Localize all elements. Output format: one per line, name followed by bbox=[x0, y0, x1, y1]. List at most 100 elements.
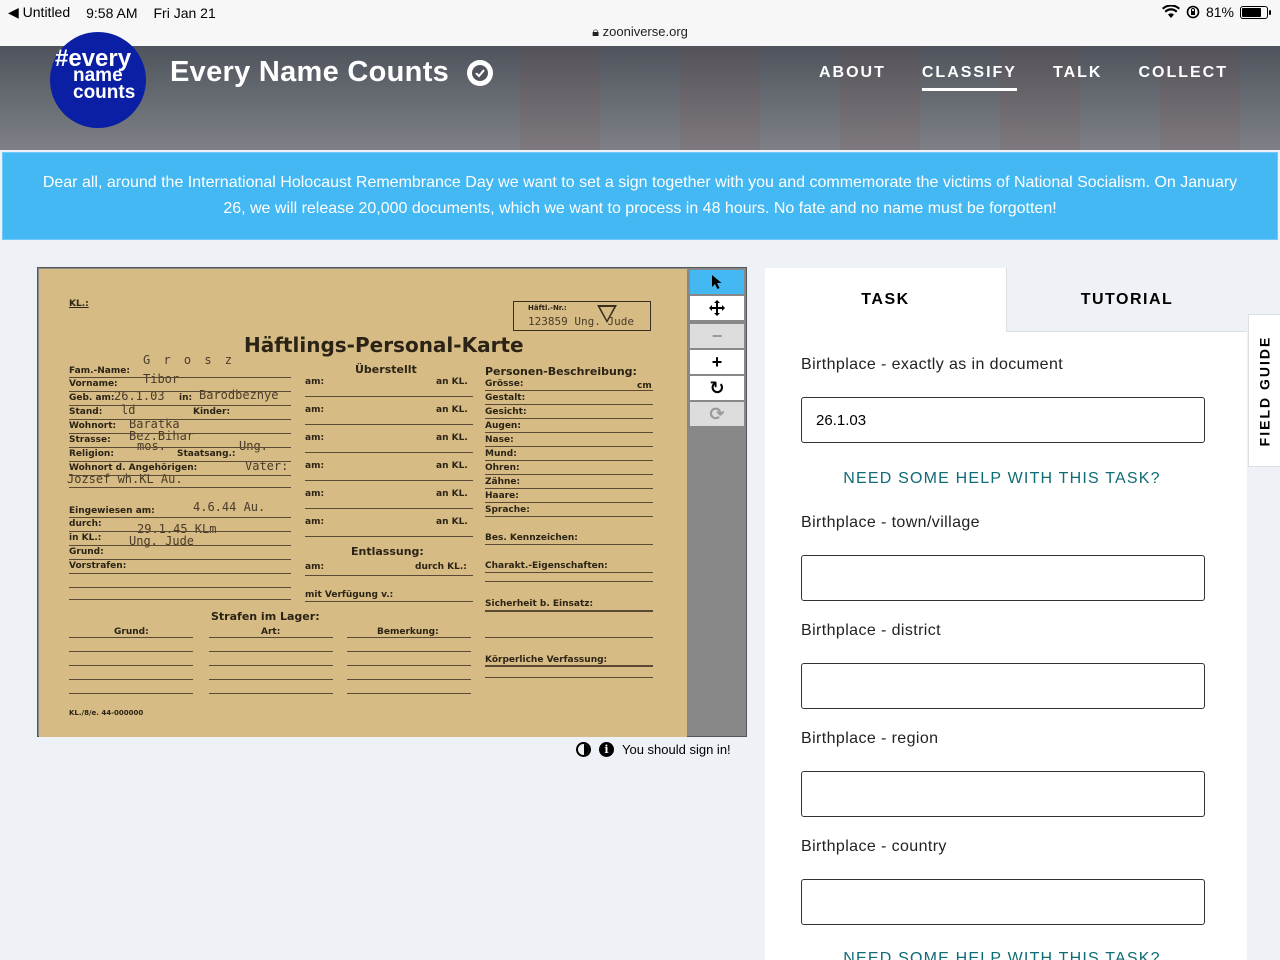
label-beschreibung-item: Charakt.-Eigenschaften: bbox=[485, 561, 608, 571]
ruled-line bbox=[209, 679, 333, 680]
birthplace-district-input[interactable] bbox=[801, 663, 1205, 709]
ruled-line bbox=[69, 419, 291, 420]
ruled-line bbox=[305, 480, 473, 481]
label-religion: Religion: bbox=[69, 449, 114, 459]
move-tool-button[interactable] bbox=[690, 296, 744, 320]
ruled-line bbox=[485, 446, 653, 447]
wifi-icon bbox=[1161, 5, 1180, 18]
birthplace-country-input[interactable] bbox=[801, 879, 1205, 925]
ruled-line bbox=[485, 637, 653, 638]
nav-classify[interactable]: CLASSIFY bbox=[921, 64, 1017, 91]
ruled-line bbox=[347, 693, 471, 694]
ruled-line bbox=[69, 377, 291, 378]
field-guide-tab[interactable]: FIELD GUIDE bbox=[1248, 314, 1280, 467]
label-cm: cm bbox=[637, 381, 652, 391]
invert-icon[interactable] bbox=[576, 742, 591, 757]
birthplace-exact-input[interactable] bbox=[801, 397, 1205, 443]
subject-image[interactable]: KL.: Häftl.-Nr.: 123859 Ung. Jude Häftli… bbox=[39, 269, 687, 737]
ruled-line bbox=[485, 404, 653, 405]
battery-icon bbox=[1240, 5, 1271, 19]
card-number-value: 123859 Ung. Jude bbox=[528, 315, 634, 328]
ruled-line bbox=[305, 452, 473, 453]
label-beschreibung-item: Augen: bbox=[485, 421, 521, 431]
reset-view-button[interactable]: ⟳ bbox=[690, 402, 744, 426]
announcement-banner: Dear all, around the International Holoc… bbox=[2, 152, 1278, 240]
project-avatar[interactable]: #every name counts bbox=[50, 32, 146, 128]
label-ueberstellt-am: am: bbox=[305, 377, 325, 387]
project-title[interactable]: Every Name Counts bbox=[170, 56, 449, 89]
field-label-region: Birthplace - region bbox=[801, 730, 939, 747]
zoom-in-icon: + bbox=[711, 351, 723, 372]
nav-about[interactable]: ABOUT bbox=[819, 64, 886, 91]
ruled-line bbox=[69, 599, 291, 600]
status-time: 9:58 AM bbox=[86, 4, 138, 21]
label-mit-verfuegung: mit Verfügung v.: bbox=[305, 590, 394, 600]
label-an-kl: an KL. bbox=[436, 489, 468, 499]
ios-status-bar: ◀ Untitled 9:58 AM Fri Jan 21 🔒︎ zoonive… bbox=[0, 0, 1280, 46]
ruled-line bbox=[485, 488, 653, 489]
ruled-line bbox=[69, 665, 193, 666]
info-icon[interactable]: i bbox=[599, 742, 614, 757]
ruled-line bbox=[485, 666, 653, 667]
rotate-button[interactable]: ↻ bbox=[690, 376, 744, 400]
label-geb-am: Geb. am: bbox=[69, 393, 115, 403]
birthplace-town-input[interactable] bbox=[801, 555, 1205, 601]
label-kinder: Kinder: bbox=[193, 407, 231, 417]
nav-talk[interactable]: TALK bbox=[1053, 64, 1102, 91]
label-bottom-art: Art: bbox=[261, 627, 281, 637]
zoom-in-button[interactable]: + bbox=[690, 350, 744, 374]
address-bar[interactable]: 🔒︎ zooniverse.org bbox=[0, 24, 1280, 40]
birthplace-region-input[interactable] bbox=[801, 771, 1205, 817]
ruled-line bbox=[69, 475, 291, 476]
section-beschreibung: Personen-Beschreibung: bbox=[485, 365, 637, 378]
label-durch: durch: bbox=[69, 519, 102, 529]
field-guide-label: FIELD GUIDE bbox=[1256, 335, 1273, 446]
card-number-box: Häftl.-Nr.: 123859 Ung. Jude bbox=[513, 301, 651, 331]
pointer-icon bbox=[712, 275, 722, 289]
help-link[interactable]: NEED SOME HELP WITH THIS TASK? bbox=[765, 470, 1239, 488]
status-date: Fri Jan 21 bbox=[153, 4, 216, 21]
subject-viewer[interactable]: KL.: Häftl.-Nr.: 123859 Ung. Jude Häftli… bbox=[37, 267, 747, 737]
hw-staatsang: Ung. bbox=[239, 439, 268, 453]
ruled-line bbox=[69, 679, 193, 680]
label-strasse: Strasse: bbox=[69, 435, 111, 445]
ruled-line bbox=[485, 390, 653, 391]
header-background bbox=[520, 46, 1280, 150]
label-beschreibung-item: Grösse: bbox=[485, 379, 524, 389]
label-beschreibung-item: Haare: bbox=[485, 491, 519, 501]
label-stand: Stand: bbox=[69, 407, 103, 417]
label-ueberstellt-am: am: bbox=[305, 433, 325, 443]
project-header: Every Name Counts ABOUT CLASSIFY TALK CO… bbox=[0, 46, 1280, 150]
tab-task[interactable]: TASK bbox=[765, 268, 1006, 332]
label-vorname: Vorname: bbox=[69, 379, 118, 389]
ruled-line bbox=[305, 601, 473, 602]
sign-in-notice[interactable]: You should sign in! bbox=[622, 742, 731, 757]
section-entlassung: Entlassung: bbox=[351, 545, 424, 558]
reset-icon: ⟳ bbox=[709, 403, 725, 424]
ruled-line bbox=[69, 559, 291, 560]
hw-fam-name: G r o s z bbox=[143, 353, 236, 367]
ruled-line bbox=[209, 665, 333, 666]
label-beschreibung-item: Ohren: bbox=[485, 463, 520, 473]
label-beschreibung-item: Körperliche Verfassung: bbox=[485, 655, 608, 665]
viewer-toolbar: − + ↻ ⟳ bbox=[688, 269, 746, 428]
help-link-2[interactable]: NEED SOME HELP WITH THIS TASK? bbox=[765, 950, 1239, 960]
ruled-line bbox=[305, 396, 473, 397]
ruled-line bbox=[485, 460, 653, 461]
ruled-line bbox=[69, 587, 291, 588]
nav-collect[interactable]: COLLECT bbox=[1138, 64, 1228, 91]
triangle-badge bbox=[597, 305, 617, 323]
back-to-app-button[interactable]: ◀ Untitled bbox=[8, 4, 70, 21]
label-beschreibung-item: Sicherheit b. Einsatz: bbox=[485, 599, 594, 609]
tab-tutorial[interactable]: TUTORIAL bbox=[1005, 268, 1247, 332]
ruled-line bbox=[209, 637, 333, 638]
label-an-kl: an KL. bbox=[436, 517, 468, 527]
ruled-line bbox=[69, 433, 291, 434]
hw-vorname: Tibor bbox=[143, 372, 180, 386]
label-fam-name: Fam.-Name: bbox=[69, 366, 130, 376]
card-kl-label: KL.: bbox=[69, 299, 89, 309]
ruled-line bbox=[69, 545, 291, 546]
pointer-tool-button[interactable] bbox=[690, 270, 744, 294]
label-beschreibung-item: Gestalt: bbox=[485, 393, 526, 403]
zoom-out-button[interactable]: − bbox=[690, 324, 744, 348]
